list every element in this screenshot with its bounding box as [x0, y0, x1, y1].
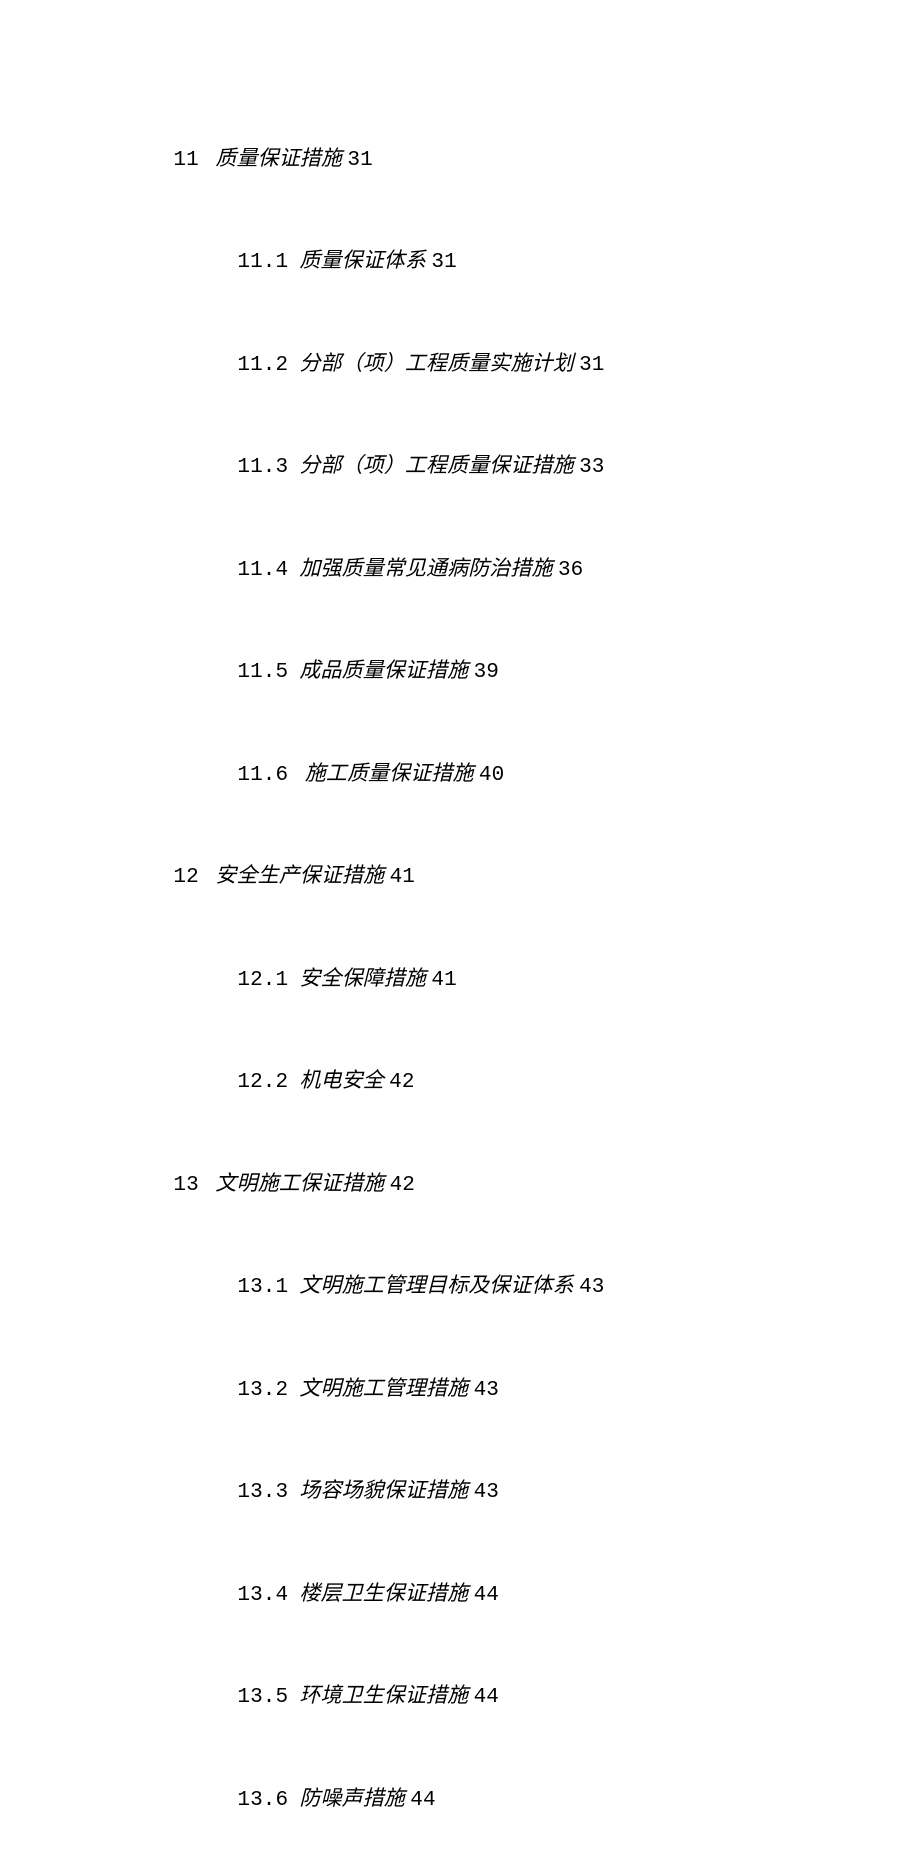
section-title: 文明施工保证措施: [215, 1171, 384, 1195]
subsection-title: 防噪声措施: [299, 1786, 405, 1810]
subsection-page: 43: [474, 1481, 499, 1504]
subsection-title: 文明施工管理目标及保证体系: [299, 1273, 573, 1297]
subsection-number: 12.2: [237, 1066, 299, 1100]
section-page: 31: [347, 149, 372, 172]
subsection-number: 11.6: [237, 759, 299, 793]
subsection-title: 施工质量保证措施: [299, 761, 473, 785]
subsection-title: 楼层卫生保证措施: [299, 1581, 468, 1605]
subsection-title: 机电安全: [299, 1068, 383, 1092]
subsection-page: 31: [579, 354, 604, 377]
subsection-page: 44: [474, 1584, 499, 1607]
subsection-title: 成品质量保证措施: [299, 658, 468, 682]
subsection-title: 加强质量常见通病防治措施: [299, 556, 552, 580]
document-page: 11质量保证措施 31 11.1质量保证体系 31 11.2分部（项）工程质量实…: [0, 0, 920, 1302]
toc-subsection: 13.5环境卫生保证措施 44: [152, 1646, 920, 1749]
subsection-number: 12.1: [237, 964, 299, 998]
section-number: 13: [173, 1169, 215, 1203]
toc-subsection: 12.1安全保障措施 41: [152, 928, 920, 1031]
toc-subsection: 13.1文明施工管理目标及保证体系 43: [152, 1236, 920, 1339]
subsection-title: 安全保障措施: [299, 966, 426, 990]
subsection-page: 43: [579, 1276, 604, 1299]
subsection-page: 43: [474, 1379, 499, 1402]
section-number: 12: [173, 861, 215, 895]
subsection-page: 44: [474, 1686, 499, 1709]
subsection-page: 44: [410, 1789, 435, 1812]
subsection-number: 13.3: [237, 1476, 299, 1510]
toc-section: 13文明施工保证措施 42: [152, 1133, 920, 1236]
toc-subsection: 11.2分部（项）工程质量实施计划 31: [152, 313, 920, 416]
subsection-title: 分部（项）工程质量实施计划: [299, 351, 573, 375]
subsection-page: 41: [431, 969, 456, 992]
subsection-number: 13.1: [237, 1271, 299, 1305]
subsection-number: 13.2: [237, 1374, 299, 1408]
toc-section: 11质量保证措施 31: [152, 108, 920, 211]
subsection-number: 11.5: [237, 656, 299, 690]
toc-subsection: 11.3分部（项）工程质量保证措施 33: [152, 416, 920, 519]
subsection-number: 11.2: [237, 349, 299, 383]
section-title: 安全生产保证措施: [215, 863, 384, 887]
subsection-number: 13.4: [237, 1579, 299, 1613]
section-page: 42: [390, 1174, 415, 1197]
subsection-title: 环境卫生保证措施: [299, 1683, 468, 1707]
toc-subsection: 11.4加强质量常见通病防治措施 36: [152, 518, 920, 621]
section-number: 11: [173, 144, 215, 178]
toc-subsection: 12.2机电安全 42: [152, 1031, 920, 1134]
subsection-number: 13.6: [237, 1784, 299, 1818]
subsection-page: 40: [479, 764, 504, 787]
subsection-page: 33: [579, 456, 604, 479]
subsection-title: 场容场貌保证措施: [299, 1478, 468, 1502]
section-page: 41: [390, 866, 415, 889]
toc-subsection: 11.5成品质量保证措施 39: [152, 621, 920, 724]
subsection-title: 文明施工管理措施: [299, 1376, 468, 1400]
subsection-page: 39: [474, 661, 499, 684]
toc-subsection: 13.6防噪声措施 44: [152, 1748, 920, 1851]
subsection-number: 11.4: [237, 554, 299, 588]
subsection-title: 质量保证体系: [299, 248, 426, 272]
toc-subsection: 11.6 施工质量保证措施 40: [152, 723, 920, 826]
toc-subsection: 13.2文明施工管理措施 43: [152, 1338, 920, 1441]
subsection-title: 分部（项）工程质量保证措施: [299, 453, 573, 477]
toc-subsection: 13.3场容场貌保证措施 43: [152, 1441, 920, 1544]
subsection-number: 13.5: [237, 1681, 299, 1715]
toc-subsection: 13.4楼层卫生保证措施 44: [152, 1543, 920, 1646]
section-title: 质量保证措施: [215, 146, 342, 170]
subsection-page: 42: [389, 1071, 414, 1094]
toc-section: 12安全生产保证措施 41: [152, 826, 920, 929]
subsection-number: 11.3: [237, 451, 299, 485]
subsection-page: 36: [558, 559, 583, 582]
subsection-number: 11.1: [237, 246, 299, 280]
subsection-page: 31: [431, 251, 456, 274]
toc-subsection: 11.1质量保证体系 31: [152, 211, 920, 314]
